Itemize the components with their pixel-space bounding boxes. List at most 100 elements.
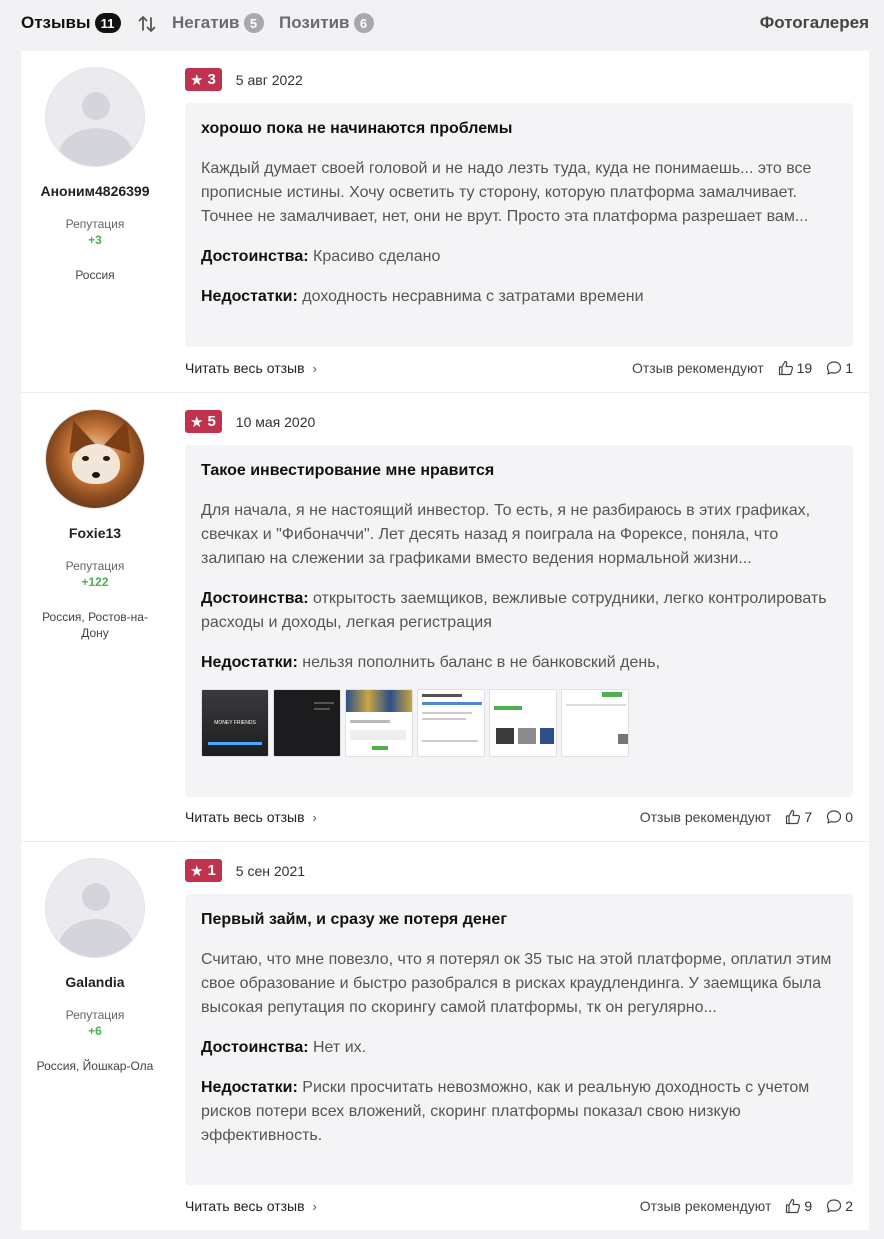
review-card[interactable]: хорошо пока не начинаются проблемы Кажды… (185, 103, 853, 347)
cons-label: Недостатки: (201, 288, 298, 305)
thumbnail-button (372, 746, 388, 750)
avatar[interactable] (45, 858, 145, 958)
pros-text: Нет их. (313, 1039, 367, 1056)
thumbnail-photo (496, 728, 514, 744)
comment-icon (827, 810, 842, 824)
review-footer: Читать весь отзыв › Отзыв рекомендуют 19 … (185, 358, 853, 378)
review-pros: Достоинства: Нет их. (201, 1036, 837, 1060)
thumbnail-line (314, 702, 334, 704)
tab-negative[interactable]: Негатив 5 (172, 13, 264, 33)
fox-nose (92, 472, 100, 478)
thumbnail-photo (518, 728, 536, 744)
comment-count: 0 (845, 809, 853, 825)
cons-label: Недостатки: (201, 1079, 298, 1096)
pros-label: Достоинства: (201, 248, 309, 265)
author-location: Россия (75, 268, 115, 282)
author-name[interactable]: Аноним4826399 (21, 183, 169, 199)
tab-positive[interactable]: Позитив 6 (279, 13, 374, 33)
fox-face (72, 444, 120, 484)
fox-eye-right (103, 456, 110, 461)
comments-button[interactable]: 1 (826, 360, 853, 376)
read-more-label: Читать весь отзыв (185, 360, 305, 376)
review-author: Аноним4826399 Репутация +3 Россия (21, 51, 169, 283)
review-author: Galandia Репутация +6 Россия, Йошкар-Ола (21, 842, 169, 1074)
pros-label: Достоинства: (201, 590, 309, 607)
tab-reviews-count: 11 (94, 13, 121, 33)
rating-value: 3 (207, 71, 216, 88)
tab-positive-count: 6 (353, 13, 374, 33)
thumbnail-block (350, 730, 406, 740)
review-date: 10 мая 2020 (235, 413, 316, 430)
recommend-label: Отзыв рекомендуют (639, 809, 772, 825)
thumbs-up-icon (778, 360, 793, 376)
review-date: 5 сен 2021 (235, 862, 306, 879)
comments-button[interactable]: 0 (826, 809, 853, 825)
comment-count: 2 (845, 1198, 853, 1214)
review-text: Каждый думает своей головой и не надо ле… (201, 160, 812, 225)
tab-reviews-label: Отзывы (21, 13, 91, 32)
read-more-link[interactable]: Читать весь отзыв › (185, 1198, 317, 1214)
like-button[interactable]: 7 (785, 809, 812, 825)
author-location: Россия, Йошкар-Ола (36, 1059, 154, 1073)
photo-thumbnail[interactable] (345, 689, 413, 757)
review-content: ★ 1 5 сен 2021 Первый займ, и сразу же п… (185, 842, 853, 1230)
tab-reviews[interactable]: Отзывы 11 (21, 13, 121, 33)
read-more-link[interactable]: Читать весь отзыв › (185, 809, 317, 825)
pros-label: Достоинства: (201, 1039, 309, 1056)
thumbnail-chat-icon (618, 734, 628, 744)
sort-icon[interactable] (137, 14, 157, 34)
photo-gallery-link[interactable]: Фотогалерея (760, 13, 869, 33)
review-photos: MONEY FRIENDS (201, 689, 837, 757)
review-footer: Читать весь отзыв › Отзыв рекомендуют 7 0 (185, 807, 853, 827)
thumbnail-bar (208, 742, 262, 745)
reputation-value: +122 (81, 575, 109, 589)
review-title[interactable]: Такое инвестирование мне нравится (201, 461, 837, 481)
author-name[interactable]: Galandia (21, 974, 169, 990)
photo-thumbnail[interactable] (417, 689, 485, 757)
photo-thumbnail[interactable]: MONEY FRIENDS (201, 689, 269, 757)
tab-positive-label: Позитив (279, 13, 350, 32)
like-count: 9 (804, 1198, 813, 1214)
pros-text: Красиво сделано (313, 248, 441, 265)
read-more-link[interactable]: Читать весь отзыв › (185, 360, 317, 376)
recommend-label: Отзыв рекомендуют (639, 1198, 772, 1214)
author-name[interactable]: Foxie13 (21, 525, 169, 541)
review-title[interactable]: Первый займ, и сразу же потеря денег (201, 910, 837, 930)
rating-value: 5 (207, 413, 216, 430)
review-content: ★ 3 5 авг 2022 хорошо пока не начинаются… (185, 51, 853, 393)
reputation-value: +6 (88, 1024, 102, 1038)
thumbnail-line (422, 718, 466, 720)
comments-button[interactable]: 2 (826, 1198, 853, 1214)
photo-thumbnail[interactable] (489, 689, 557, 757)
review-item: Galandia Репутация +6 Россия, Йошкар-Ола… (21, 842, 869, 1230)
avatar[interactable] (45, 409, 145, 509)
chevron-right-icon: › (312, 1198, 317, 1214)
comment-icon (827, 361, 842, 375)
like-button[interactable]: 19 (778, 360, 812, 376)
cons-label: Недостатки: (201, 654, 298, 671)
avatar-placeholder-body (58, 128, 134, 166)
avatar[interactable] (45, 67, 145, 167)
thumbs-up-icon (786, 1198, 801, 1214)
chevron-right-icon: › (312, 809, 317, 825)
review-title[interactable]: хорошо пока не начинаются проблемы (201, 119, 837, 139)
photo-thumbnail[interactable] (273, 689, 341, 757)
avatar-placeholder-body (58, 919, 134, 957)
photo-thumbnail[interactable] (561, 689, 629, 757)
author-location: Россия, Ростов-на-Дону (42, 610, 148, 640)
avatar-placeholder-head (82, 883, 110, 911)
rating-badge: ★ 5 (185, 410, 222, 433)
recommend-label: Отзыв рекомендуют (631, 360, 764, 376)
like-button[interactable]: 9 (785, 1198, 812, 1214)
review-item: Foxie13 Репутация +122 Россия, Ростов-на… (21, 393, 869, 842)
review-card[interactable]: Первый займ, и сразу же потеря денег Счи… (185, 894, 853, 1185)
review-content: ★ 5 10 мая 2020 Такое инвестирование мне… (185, 393, 853, 842)
reputation-label: Репутация (65, 1008, 125, 1022)
review-card[interactable]: Такое инвестирование мне нравится Для на… (185, 445, 853, 797)
rating-badge: ★ 3 (185, 68, 222, 91)
thumbnail-button (494, 706, 522, 710)
comment-count: 1 (845, 360, 853, 376)
fox-eye-left (82, 456, 89, 461)
review-meta: ★ 5 10 мая 2020 (185, 410, 315, 433)
review-author: Foxie13 Репутация +122 Россия, Ростов-на… (21, 393, 169, 641)
